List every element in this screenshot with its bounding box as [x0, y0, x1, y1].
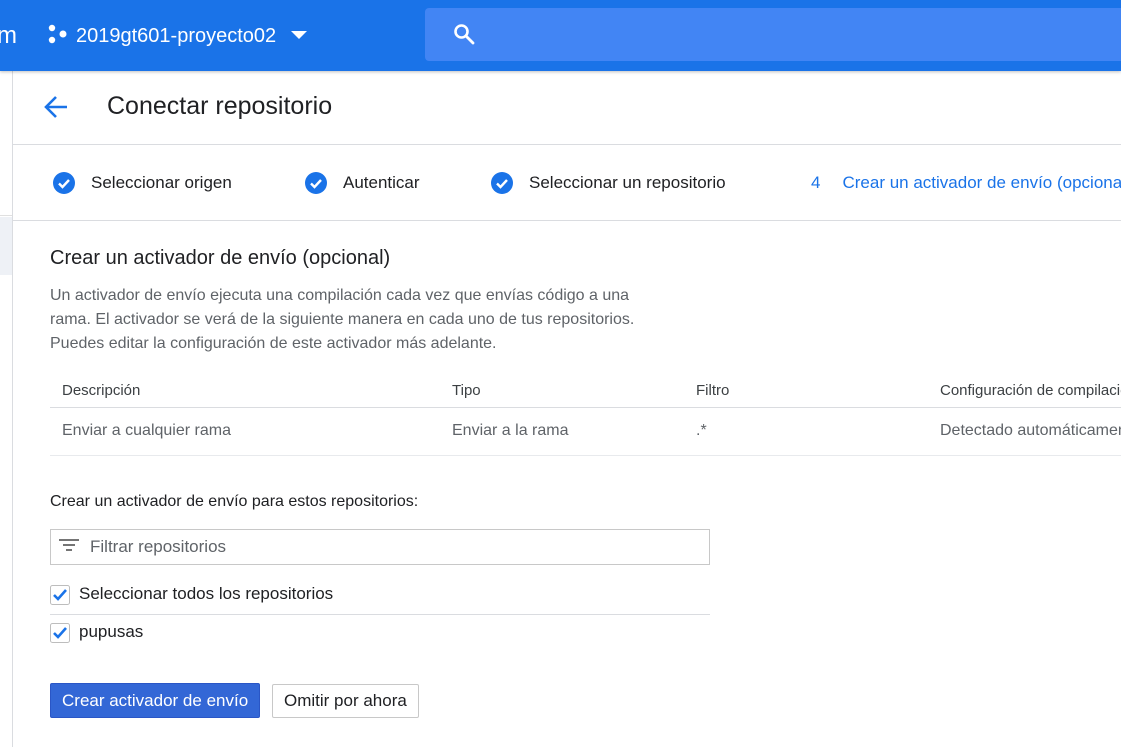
table-header-row: Descripción Tipo Filtro Configuración de… — [50, 370, 1121, 408]
column-header: Tipo — [452, 382, 481, 399]
step-autenticar[interactable]: Autenticar — [305, 171, 420, 195]
check-circle-icon — [305, 172, 327, 194]
page-header: Conectar repositorio — [13, 71, 1121, 145]
create-trigger-button[interactable]: Crear activador de envío — [50, 683, 261, 718]
divider — [50, 614, 710, 615]
search-icon[interactable] — [453, 23, 475, 50]
column-header: Configuración de compilación — [940, 382, 1121, 399]
repo-checkbox-pupusas[interactable]: pupusas — [50, 622, 144, 643]
check-circle-icon — [491, 172, 513, 194]
step-label: Crear un activador de envío (opcional) — [842, 173, 1121, 192]
search-bar[interactable] — [425, 8, 1121, 61]
project-hierarchy-icon — [48, 24, 68, 49]
column-header: Descripción — [62, 382, 141, 399]
description-line: rama. El activador se verá de la siguien… — [50, 311, 635, 328]
step-seleccionar-origen[interactable]: Seleccionar origen — [53, 171, 232, 195]
app-name-fragment[interactable]: m — [0, 20, 17, 52]
section-title: Crear un activador de envío (opcional) — [50, 247, 391, 269]
table-row: Enviar a cualquier rama Enviar a la rama… — [50, 408, 1121, 456]
step-crear-activador[interactable]: 4 Crear un activador de envío (opcional) — [811, 171, 1121, 195]
left-nav-rail — [0, 71, 13, 747]
checkbox-label: Seleccionar todos los repositorios — [79, 584, 334, 603]
stepper: Seleccionar origen Autenticar Selecciona… — [13, 145, 1121, 221]
check-circle-icon — [53, 172, 75, 194]
repos-label: Crear un activador de envío para estos r… — [50, 493, 419, 510]
project-selector[interactable]: 2019gt601-proyecto02 — [48, 20, 308, 52]
checkbox-checked-icon — [50, 585, 70, 605]
table-cell: Detectado automáticamente — [940, 422, 1121, 439]
table-cell: Enviar a la rama — [452, 422, 569, 439]
nav-divider — [0, 215, 12, 216]
search-input[interactable] — [495, 20, 1099, 50]
select-all-repos-checkbox[interactable]: Seleccionar todos los repositorios — [50, 584, 334, 605]
page-title: Conectar repositorio — [107, 92, 333, 120]
table-cell: Enviar a cualquier rama — [62, 422, 231, 439]
filter-box[interactable] — [50, 529, 710, 565]
section-description: Un activador de envío ejecuta una compil… — [50, 284, 740, 356]
step-seleccionar-repositorio[interactable]: Seleccionar un repositorio — [491, 171, 726, 195]
step-label: Autenticar — [343, 173, 420, 192]
project-name: 2019gt601-proyecto02 — [76, 24, 277, 47]
filter-repos-input[interactable] — [88, 535, 692, 559]
skip-button[interactable]: Omitir por ahora — [272, 684, 419, 718]
filter-icon — [59, 539, 79, 560]
top-app-bar: m 2019gt601-proyecto02 — [0, 0, 1121, 71]
repo-name: pupusas — [79, 622, 144, 641]
step-label: Seleccionar origen — [91, 173, 232, 192]
chevron-down-icon — [290, 27, 308, 45]
table-cell: .* — [696, 422, 707, 439]
checkbox-checked-icon — [50, 623, 70, 643]
description-line: Un activador de envío ejecuta una compil… — [50, 287, 630, 304]
trigger-preview-table: Descripción Tipo Filtro Configuración de… — [50, 370, 1121, 456]
nav-selected-item[interactable] — [0, 217, 12, 275]
arrow-back-icon[interactable] — [43, 95, 69, 124]
step-number: 4 — [811, 173, 821, 192]
description-line: Puedes editar la configuración de este a… — [50, 335, 497, 352]
column-header: Filtro — [696, 382, 730, 399]
step-label: Seleccionar un repositorio — [529, 173, 726, 192]
